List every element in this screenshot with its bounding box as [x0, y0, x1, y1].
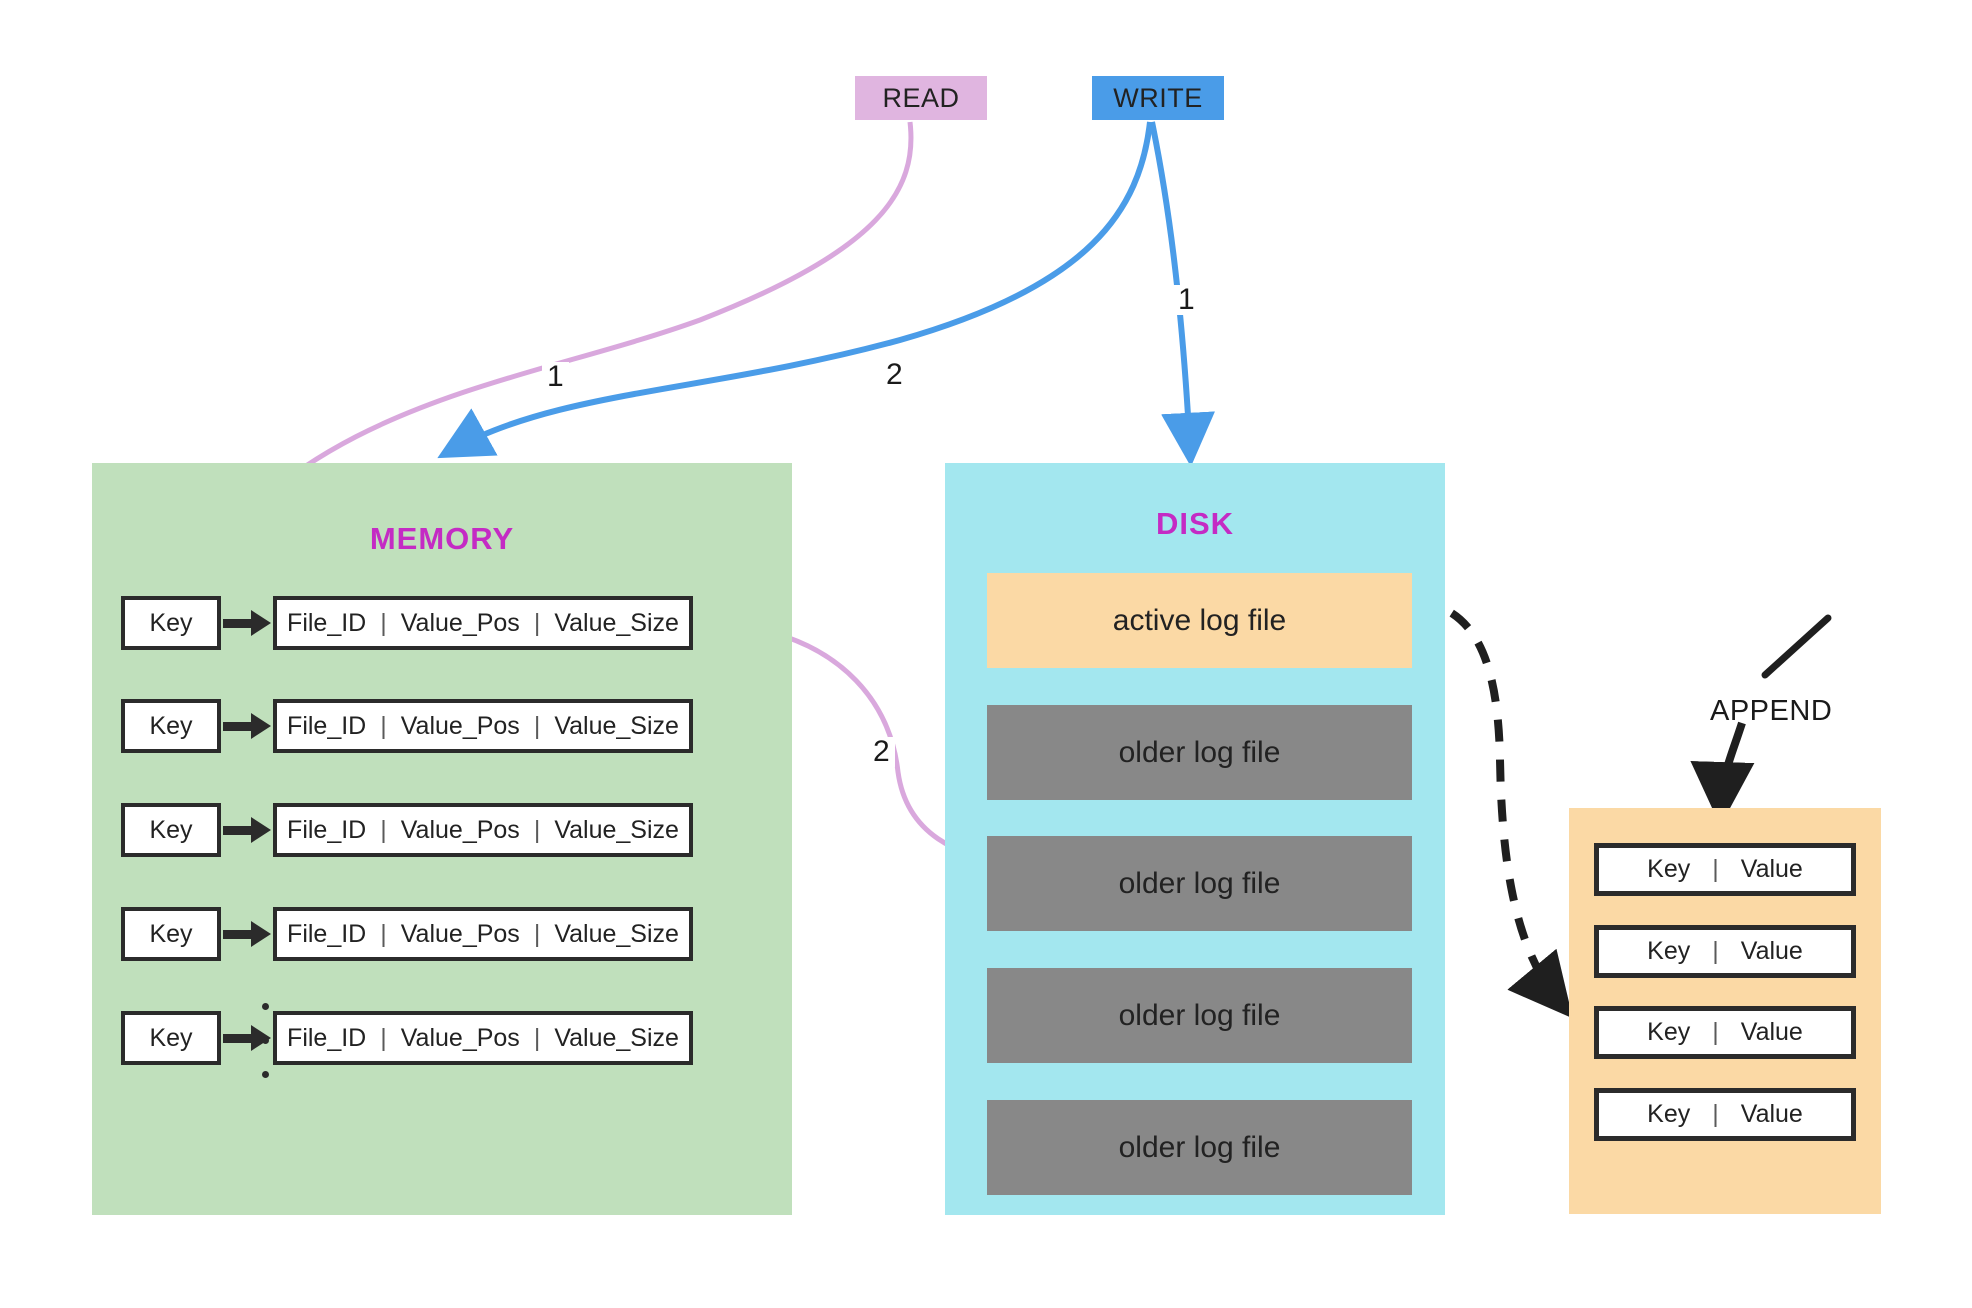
- disk-region: DISK active log file older log file olde…: [945, 463, 1445, 1215]
- field-separator: |: [380, 1023, 387, 1052]
- memory-file-id: File_ID: [287, 815, 367, 844]
- record-value: Value: [1740, 1100, 1803, 1128]
- append-target-region: Key | Value Key | Value Key | Value Key …: [1569, 808, 1881, 1214]
- field-separator: |: [380, 711, 387, 740]
- append-label: APPEND: [1710, 695, 1833, 727]
- field-separator: |: [533, 815, 541, 844]
- memory-metadata-box: File_ID | Value_Pos | Value_Size: [273, 803, 693, 857]
- memory-key-box: Key: [121, 699, 221, 753]
- memory-value-size: Value_Size: [554, 608, 679, 637]
- older-log-file-block[interactable]: older log file: [987, 1100, 1412, 1195]
- log-record-row[interactable]: Key | Value: [1594, 1006, 1856, 1059]
- memory-value-size: Value_Size: [554, 711, 679, 740]
- memory-row-arrow-icon: [221, 803, 273, 857]
- memory-index-row[interactable]: Key File_ID | Value_Pos | Value_Size: [121, 1011, 693, 1065]
- memory-key-box: Key: [121, 596, 221, 650]
- memory-key-box: Key: [121, 1011, 221, 1065]
- field-separator: |: [1712, 855, 1719, 883]
- field-separator: |: [380, 919, 387, 948]
- field-separator: |: [1712, 937, 1719, 965]
- memory-index-row[interactable]: Key File_ID | Value_Pos | Value_Size: [121, 907, 693, 961]
- log-record-row[interactable]: Key | Value: [1594, 925, 1856, 978]
- memory-value-pos: Value_Pos: [400, 919, 520, 948]
- record-key: Key: [1647, 937, 1691, 965]
- edge-label-write-step-2: 2: [881, 360, 908, 390]
- edge-append-to-records: [1690, 721, 1755, 826]
- edge-label-read-step-1: 1: [542, 362, 569, 392]
- field-separator: |: [533, 919, 541, 948]
- memory-file-id: File_ID: [287, 1023, 367, 1052]
- log-record-row[interactable]: Key | Value: [1594, 843, 1856, 896]
- memory-value-pos: Value_Pos: [400, 608, 520, 637]
- memory-value-pos: Value_Pos: [400, 815, 520, 844]
- older-log-file-block[interactable]: older log file: [987, 836, 1412, 931]
- memory-index-row[interactable]: Key File_ID | Value_Pos | Value_Size: [121, 699, 693, 753]
- edge-label-write-step-1: 1: [1173, 285, 1200, 315]
- memory-index-row[interactable]: Key File_ID | Value_Pos | Value_Size: [121, 596, 693, 650]
- field-separator: |: [380, 815, 387, 844]
- memory-metadata-box: File_ID | Value_Pos | Value_Size: [273, 1011, 693, 1065]
- field-separator: |: [533, 608, 541, 637]
- edge-write-to-memory: [437, 121, 1153, 459]
- memory-file-id: File_ID: [287, 608, 367, 637]
- log-record-row[interactable]: Key | Value: [1594, 1088, 1856, 1141]
- read-operation-chip[interactable]: READ: [855, 76, 987, 120]
- record-value: Value: [1740, 937, 1803, 965]
- memory-row-arrow-icon: [221, 907, 273, 961]
- memory-title: MEMORY: [369, 521, 515, 556]
- memory-value-size: Value_Size: [554, 919, 679, 948]
- memory-value-pos: Value_Pos: [400, 1023, 520, 1052]
- edge-label-read-step-2: 2: [868, 737, 895, 767]
- record-key: Key: [1647, 1018, 1691, 1046]
- memory-index-row[interactable]: Key File_ID | Value_Pos | Value_Size: [121, 803, 693, 857]
- field-separator: |: [533, 711, 541, 740]
- record-value: Value: [1740, 855, 1803, 883]
- memory-file-id: File_ID: [287, 919, 367, 948]
- older-log-file-block[interactable]: older log file: [987, 705, 1412, 800]
- active-log-file-block[interactable]: active log file: [987, 573, 1412, 668]
- memory-value-pos: Value_Pos: [400, 711, 520, 740]
- memory-region: MEMORY Key File_ID | Value_Pos | Value_S…: [92, 463, 792, 1215]
- memory-value-size: Value_Size: [554, 815, 679, 844]
- field-separator: |: [380, 608, 387, 637]
- memory-more-rows-ellipsis-icon: [262, 1003, 269, 1078]
- write-operation-chip[interactable]: WRITE: [1092, 76, 1224, 120]
- memory-row-arrow-icon: [221, 596, 273, 650]
- memory-file-id: File_ID: [287, 711, 367, 740]
- field-separator: |: [1712, 1018, 1719, 1046]
- disk-title: DISK: [1155, 506, 1235, 541]
- memory-metadata-box: File_ID | Value_Pos | Value_Size: [273, 907, 693, 961]
- record-value: Value: [1740, 1018, 1803, 1046]
- field-separator: |: [533, 1023, 541, 1052]
- memory-row-arrow-icon: [221, 699, 273, 753]
- memory-metadata-box: File_ID | Value_Pos | Value_Size: [273, 699, 693, 753]
- memory-key-box: Key: [121, 907, 221, 961]
- memory-value-size: Value_Size: [554, 1023, 679, 1052]
- memory-key-box: Key: [121, 803, 221, 857]
- older-log-file-block[interactable]: older log file: [987, 968, 1412, 1063]
- memory-metadata-box: File_ID | Value_Pos | Value_Size: [273, 596, 693, 650]
- field-separator: |: [1712, 1100, 1719, 1128]
- append-leader-line: [1761, 614, 1832, 679]
- record-key: Key: [1647, 1100, 1691, 1128]
- diagram-canvas: READ WRITE MEMORY Key File_ID | Value_Po…: [0, 0, 1972, 1308]
- record-key: Key: [1647, 855, 1691, 883]
